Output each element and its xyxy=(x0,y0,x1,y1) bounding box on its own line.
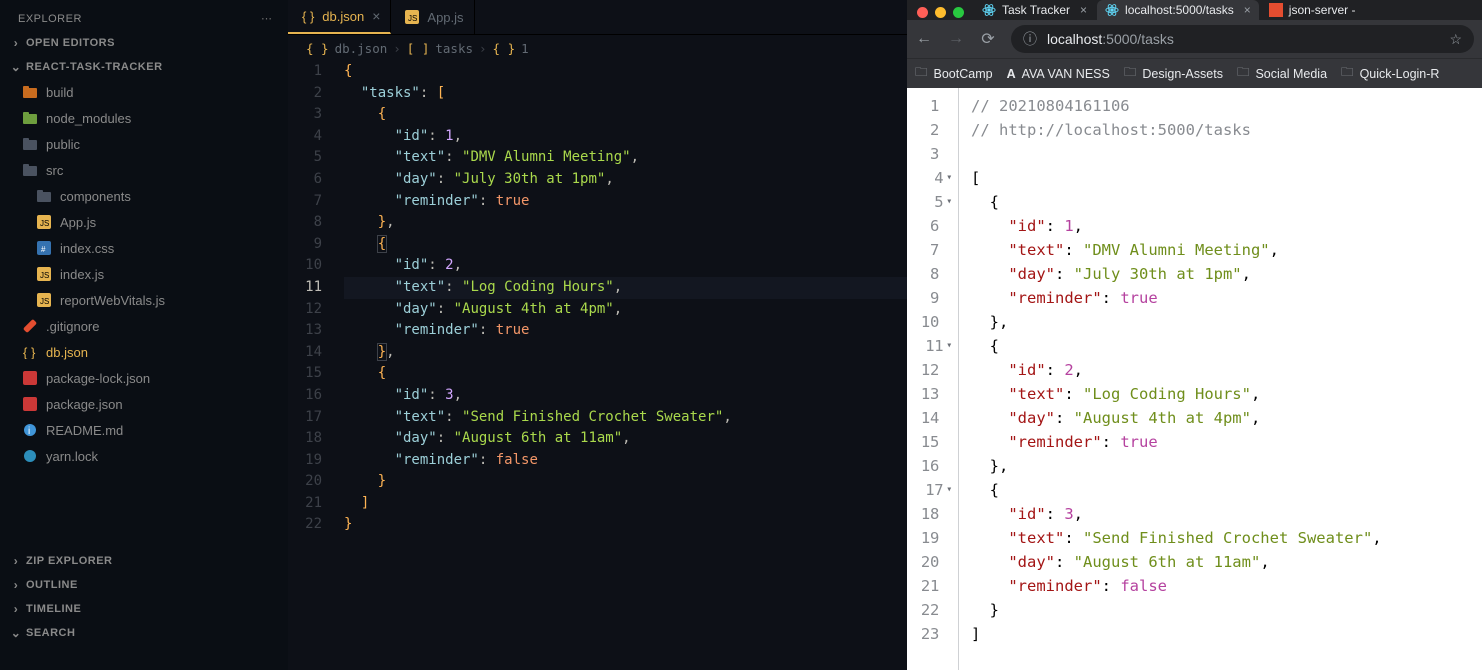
chevron-right-icon: › xyxy=(10,36,22,50)
section-zip[interactable]: ›ZIP EXPLORER xyxy=(0,549,288,573)
js-file-icon: JS xyxy=(36,266,52,282)
react-icon xyxy=(1105,3,1119,17)
section-search[interactable]: ⌄SEARCH xyxy=(0,621,288,645)
explorer-header: EXPLORER ⋯ xyxy=(0,6,288,31)
object-icon: { } xyxy=(493,41,516,56)
js-file-icon: JS xyxy=(36,214,52,230)
folder-icon xyxy=(22,84,38,100)
chrome-window: Task Tracker × localhost:5000/tasks × js… xyxy=(907,0,1482,670)
file-yarn-lock[interactable]: yarn.lock xyxy=(0,443,288,469)
svg-text:#: # xyxy=(41,245,46,254)
close-icon[interactable]: × xyxy=(372,8,380,24)
section-open-editors[interactable]: › OPEN EDITORS xyxy=(0,31,288,55)
maximize-window-icon[interactable] xyxy=(953,7,964,18)
code-content[interactable]: { "tasks": [ { "id": 1, "text": "DMV Alu… xyxy=(344,61,907,536)
folder-src[interactable]: src xyxy=(0,157,288,183)
js-file-icon: JS xyxy=(36,292,52,308)
folder-node-modules[interactable]: node_modules xyxy=(0,105,288,131)
json-file-icon: { } xyxy=(306,41,329,56)
close-icon[interactable]: × xyxy=(1244,3,1251,17)
bookmark-bootcamp[interactable]: 🗀BootCamp xyxy=(915,63,993,84)
bookmarks-bar: 🗀BootCamp AAVA VAN NESS 🗀Design-Assets 🗀… xyxy=(907,58,1482,88)
section-timeline[interactable]: ›TIMELINE xyxy=(0,597,288,621)
npm-icon xyxy=(22,396,38,412)
svg-text:i: i xyxy=(28,426,30,437)
code-editor[interactable]: 12345678910111213141516171819202122 { "t… xyxy=(288,61,907,536)
tab-app-js[interactable]: JS App.js xyxy=(391,0,474,34)
vscode-window: EXPLORER ⋯ › OPEN EDITORS ⌄ REACT-TASK-T… xyxy=(0,0,907,670)
js-icon xyxy=(1269,3,1283,17)
breadcrumbs[interactable]: { } db.json › [ ] tasks › { } 1 xyxy=(288,35,907,61)
folder-open-icon xyxy=(22,162,38,178)
svg-text:JS: JS xyxy=(40,297,49,306)
explorer-title: EXPLORER xyxy=(18,13,82,25)
browser-tab-1[interactable]: Task Tracker × xyxy=(974,0,1095,20)
array-icon: [ ] xyxy=(407,41,430,56)
browser-tab-3[interactable]: json-server - xyxy=(1261,0,1364,20)
file-package-json[interactable]: package.json xyxy=(0,391,288,417)
file-gitignore[interactable]: .gitignore xyxy=(0,313,288,339)
line-numbers: 12345678910111213141516171819202122 xyxy=(288,61,344,536)
section-outline[interactable]: ›OUTLINE xyxy=(0,573,288,597)
browser-toolbar: ← → ⟳ ⓘ localhost:5000/tasks ☆ xyxy=(907,20,1482,58)
forward-button[interactable]: → xyxy=(947,30,965,48)
chrome-tabbar: Task Tracker × localhost:5000/tasks × js… xyxy=(907,0,1482,20)
bookmark-social[interactable]: 🗀Social Media xyxy=(1237,63,1327,84)
viewer-line-numbers: 1234▾5▾67891011▾121314151617▾18192021222… xyxy=(907,88,959,670)
bookmark-quicklogin[interactable]: 🗀Quick-Login-R xyxy=(1341,63,1439,84)
close-window-icon[interactable] xyxy=(917,7,928,18)
npm-icon xyxy=(22,370,38,386)
back-button[interactable]: ← xyxy=(915,30,933,48)
explorer-sidebar: EXPLORER ⋯ › OPEN EDITORS ⌄ REACT-TASK-T… xyxy=(0,0,288,670)
folder-icon xyxy=(22,110,38,126)
file-index-css[interactable]: # index.css xyxy=(0,235,288,261)
bookmark-design[interactable]: 🗀Design-Assets xyxy=(1124,63,1223,84)
folder-icon xyxy=(22,136,38,152)
file-readme[interactable]: i README.md xyxy=(0,417,288,443)
folder-icon xyxy=(36,188,52,204)
file-package-lock[interactable]: package-lock.json xyxy=(0,365,288,391)
json-viewer: 1234▾5▾67891011▾121314151617▾18192021222… xyxy=(907,88,1482,670)
section-project[interactable]: ⌄ REACT-TASK-TRACKER xyxy=(0,55,288,79)
browser-tab-2[interactable]: localhost:5000/tasks × xyxy=(1097,0,1259,20)
chevron-down-icon: ⌄ xyxy=(10,60,22,74)
json-file-icon: { } xyxy=(302,9,314,24)
explorer-more-icon[interactable]: ⋯ xyxy=(261,12,274,25)
file-reportwebvitals[interactable]: JS reportWebVitals.js xyxy=(0,287,288,313)
close-icon[interactable]: × xyxy=(1080,3,1087,17)
site-icon: A xyxy=(1007,67,1016,81)
bookmark-star-icon[interactable]: ☆ xyxy=(1449,31,1462,48)
yarn-icon xyxy=(22,448,38,464)
folder-icon: 🗀 xyxy=(1124,63,1137,84)
info-icon: i xyxy=(22,422,38,438)
tab-db-json[interactable]: { } db.json × xyxy=(288,0,391,34)
json-file-icon: { } xyxy=(22,344,38,360)
address-bar[interactable]: ⓘ localhost:5000/tasks ☆ xyxy=(1011,25,1474,53)
reload-button[interactable]: ⟳ xyxy=(979,29,997,49)
js-file-icon: JS xyxy=(405,10,419,24)
folder-public[interactable]: public xyxy=(0,131,288,157)
editor-tabs: { } db.json × JS App.js xyxy=(288,0,907,35)
folder-components[interactable]: components xyxy=(0,183,288,209)
git-icon xyxy=(22,318,38,334)
editor-area: { } db.json × JS App.js { } db.json › [ … xyxy=(288,0,907,670)
svg-text:JS: JS xyxy=(408,14,417,23)
react-icon xyxy=(982,3,996,17)
folder-icon: 🗀 xyxy=(1237,63,1250,84)
folder-icon: 🗀 xyxy=(915,63,928,84)
file-index-js[interactable]: JS index.js xyxy=(0,261,288,287)
minimize-window-icon[interactable] xyxy=(935,7,946,18)
bookmark-ava[interactable]: AAVA VAN NESS xyxy=(1007,67,1110,81)
folder-build[interactable]: build xyxy=(0,79,288,105)
site-info-icon[interactable]: ⓘ xyxy=(1023,29,1037,49)
folder-icon: 🗀 xyxy=(1341,63,1354,84)
svg-text:JS: JS xyxy=(40,219,49,228)
svg-text:JS: JS xyxy=(40,271,49,280)
file-app-js[interactable]: JS App.js xyxy=(0,209,288,235)
css-file-icon: # xyxy=(36,240,52,256)
svg-text:{ }: { } xyxy=(23,345,36,359)
window-controls[interactable] xyxy=(915,7,972,20)
viewer-content[interactable]: // 20210804161106 // http://localhost:50… xyxy=(959,88,1382,670)
file-db-json[interactable]: { } db.json xyxy=(0,339,288,365)
